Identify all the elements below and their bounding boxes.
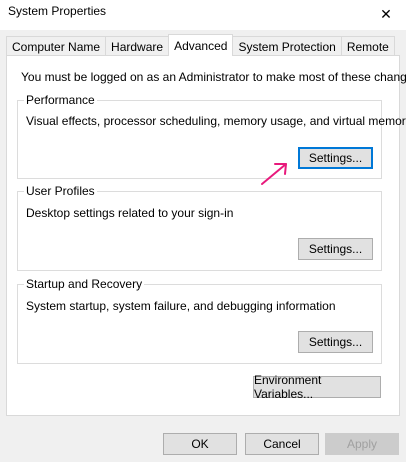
startup-recovery-description: System startup, system failure, and debu… bbox=[26, 299, 336, 313]
apply-button[interactable]: Apply bbox=[325, 433, 399, 455]
startup-recovery-settings-button[interactable]: Settings... bbox=[298, 331, 373, 353]
close-button[interactable]: ✕ bbox=[366, 0, 406, 28]
window-title: System Properties bbox=[8, 4, 107, 18]
environment-variables-button[interactable]: Environment Variables... bbox=[253, 373, 381, 401]
user-profiles-group: User Profiles Desktop settings related t… bbox=[17, 184, 382, 271]
tab-remote[interactable]: Remote bbox=[340, 36, 395, 56]
tab-advanced[interactable]: Advanced bbox=[168, 34, 234, 56]
performance-title: Performance bbox=[24, 93, 97, 107]
performance-group: Performance Visual effects, processor sc… bbox=[17, 93, 406, 179]
cancel-button[interactable]: Cancel bbox=[245, 433, 319, 455]
user-profiles-description: Desktop settings related to your sign-in bbox=[26, 206, 234, 220]
user-profiles-title: User Profiles bbox=[24, 184, 97, 198]
tab-computer-name[interactable]: Computer Name bbox=[6, 36, 107, 56]
ok-button[interactable]: OK bbox=[163, 433, 237, 455]
pink-arrow-icon bbox=[261, 163, 287, 185]
tab-hardware[interactable]: Hardware bbox=[105, 36, 170, 56]
user-profiles-settings-button[interactable]: Settings... bbox=[298, 238, 373, 260]
close-icon: ✕ bbox=[380, 5, 392, 22]
startup-recovery-title: Startup and Recovery bbox=[24, 277, 145, 291]
advanced-tab-panel: You must be logged on as an Administrato… bbox=[6, 55, 406, 416]
tab-strip: Computer Name Hardware Advanced System P… bbox=[6, 34, 395, 56]
startup-recovery-group: Startup and Recovery System startup, sys… bbox=[17, 277, 382, 364]
admin-note: You must be logged on as an Administrato… bbox=[21, 70, 406, 84]
performance-settings-button[interactable]: Settings... bbox=[298, 147, 373, 169]
tab-system-protection[interactable]: System Protection bbox=[232, 36, 342, 56]
performance-description: Visual effects, processor scheduling, me… bbox=[26, 114, 406, 128]
title-bar: System Properties ✕ bbox=[0, 0, 406, 30]
